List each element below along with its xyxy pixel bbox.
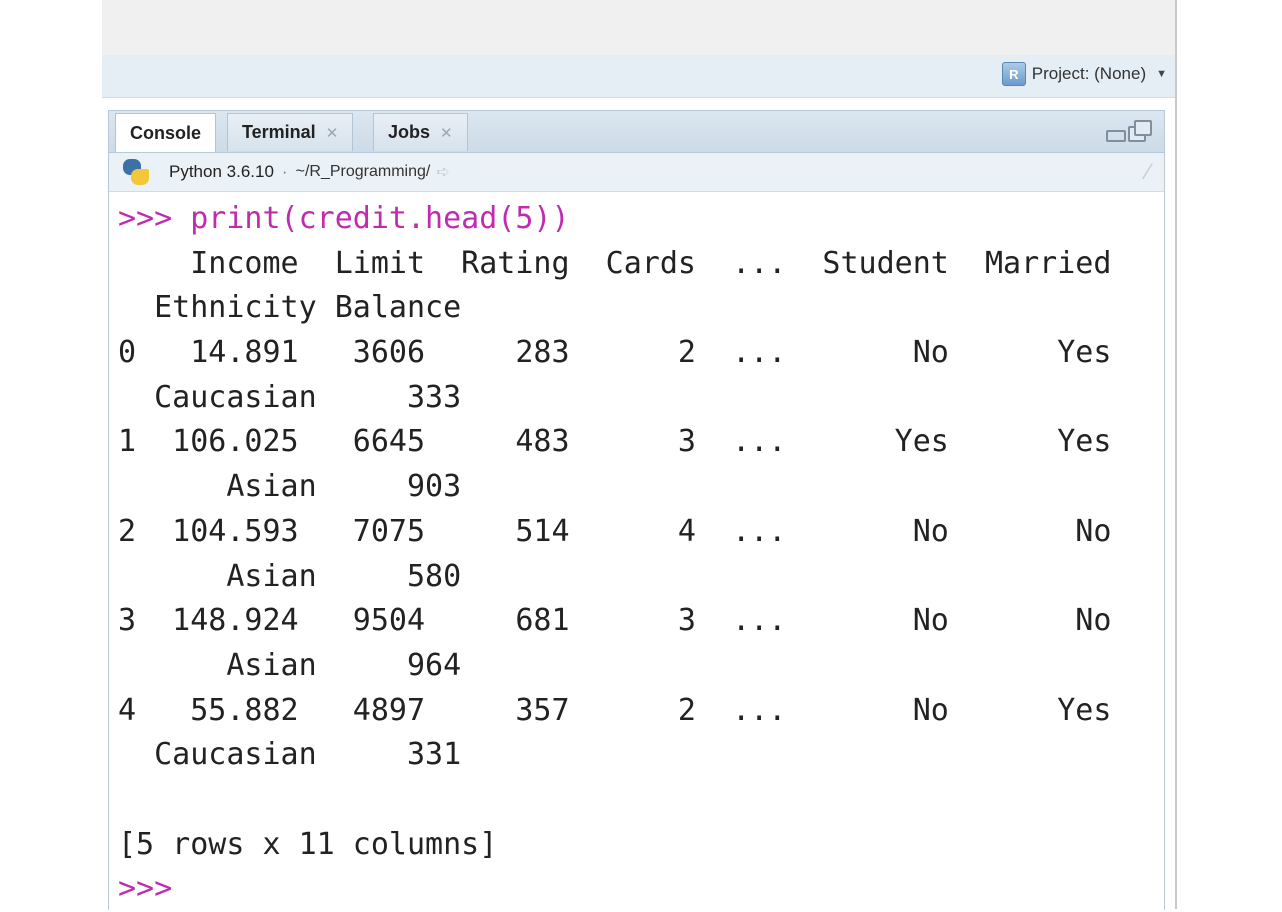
top-toolbar bbox=[102, 0, 1175, 56]
output-line: Asian 903 bbox=[118, 469, 462, 505]
tab-console[interactable]: Console bbox=[115, 113, 217, 152]
output-line: [5 rows x 11 columns] bbox=[118, 826, 498, 862]
interpreter-label: Python 3.6.10 bbox=[169, 162, 274, 181]
prompt: >>> bbox=[118, 201, 173, 236]
output-line: Asian 964 bbox=[118, 647, 462, 683]
goto-directory-icon[interactable]: ➪ bbox=[436, 162, 449, 182]
console-pane: Console Terminal ✕ Jobs ✕ Python 3.6.10 … bbox=[108, 110, 1165, 910]
output-line: Asian 580 bbox=[118, 558, 462, 594]
output-line: 3 148.924 9504 681 3 ... No No bbox=[118, 603, 1112, 639]
output-line: 2 104.593 7075 514 4 ... No No bbox=[118, 513, 1112, 549]
tab-label: Terminal bbox=[242, 122, 316, 142]
tab-jobs[interactable]: Jobs ✕ bbox=[373, 113, 468, 151]
minimize-icon[interactable] bbox=[1106, 130, 1126, 142]
output-line: 0 14.891 3606 283 2 ... No Yes bbox=[118, 335, 1112, 371]
output-line: Income Limit Rating Cards ... Student Ma… bbox=[118, 245, 1112, 281]
command-text: print(credit.head(5)) bbox=[190, 201, 570, 236]
input-prompt[interactable]: >>> bbox=[118, 867, 1164, 912]
working-directory: ~/R_Programming/ bbox=[295, 163, 431, 180]
pane-window-controls bbox=[1106, 120, 1152, 142]
tab-label: Jobs bbox=[388, 122, 431, 142]
tab-terminal[interactable]: Terminal ✕ bbox=[227, 113, 354, 151]
maximize-icon[interactable] bbox=[1128, 120, 1152, 142]
tab-label: Console bbox=[130, 122, 202, 143]
output-line: 4 55.882 4897 357 2 ... No Yes bbox=[118, 692, 1112, 728]
output-line: Ethnicity Balance bbox=[118, 290, 462, 326]
chevron-down-icon: ▼ bbox=[1156, 68, 1167, 80]
project-label: Project: (None) bbox=[1031, 64, 1147, 83]
close-icon[interactable]: ✕ bbox=[440, 124, 453, 142]
output-line: Caucasian 333 bbox=[118, 379, 462, 415]
close-icon[interactable]: ✕ bbox=[326, 124, 339, 142]
python-icon bbox=[121, 157, 151, 187]
command-line: >>> print(credit.head(5)) bbox=[118, 197, 1164, 242]
project-menu[interactable]: R Project: (None) ▼ bbox=[1001, 62, 1167, 86]
project-bar: R Project: (None) ▼ bbox=[102, 55, 1175, 98]
output-line: 1 106.025 6645 483 3 ... Yes Yes bbox=[118, 424, 1112, 460]
separator: · bbox=[281, 162, 288, 181]
clear-console-icon[interactable]: ⁄ bbox=[1146, 159, 1150, 185]
console-output[interactable]: >>> print(credit.head(5)) Income Limit R… bbox=[109, 192, 1164, 910]
output-line: Caucasian 331 bbox=[118, 737, 462, 773]
console-path-bar: Python 3.6.10 · ~/R_Programming/ ➪ ⁄ bbox=[109, 153, 1164, 192]
rstudio-window: R Project: (None) ▼ Console Terminal ✕ J… bbox=[102, 0, 1177, 910]
console-tabbar: Console Terminal ✕ Jobs ✕ bbox=[109, 111, 1164, 153]
project-icon: R bbox=[1001, 62, 1026, 86]
